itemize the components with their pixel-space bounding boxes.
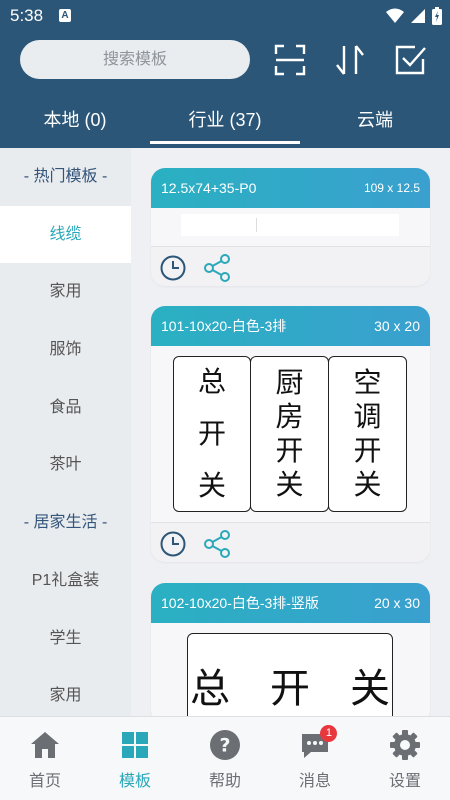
card-size: 109 x 12.5 <box>363 181 420 195</box>
label-char: 空 <box>353 366 382 399</box>
nav-templates[interactable]: 模板 <box>90 717 180 800</box>
template-list: 12.5x74+35-P0 109 x 12.5 101-10x20-白色-3排… <box>131 148 450 716</box>
sidebar-item-p1-giftbox[interactable]: P1礼盒装 <box>0 552 131 610</box>
nav-messages[interactable]: 1 消息 <box>270 717 360 800</box>
batch-select-icon[interactable] <box>393 43 427 77</box>
card-header: 101-10x20-白色-3排 30 x 20 <box>151 306 430 346</box>
preview-divider <box>256 218 257 232</box>
scan-icon[interactable] <box>273 43 307 77</box>
signal-icon <box>411 9 425 23</box>
history-icon[interactable] <box>159 530 187 558</box>
label-char: 关 <box>197 469 226 502</box>
sidebar-header-hot: - 热门模板 - <box>23 168 108 185</box>
label-preview-ac-switch: 空 调 开 关 <box>328 356 407 512</box>
sidebar-item-food[interactable]: 食品 <box>0 379 131 437</box>
label-preview-kitchen-switch: 厨 房 开 关 <box>250 356 329 512</box>
wifi-icon <box>386 8 404 23</box>
label-preview-main-switch: 总 开 关 <box>173 356 251 512</box>
bottom-nav: 首页 模板 ? 帮助 1 消息 设置 <box>0 716 450 800</box>
nav-home[interactable]: 首页 <box>0 717 90 800</box>
sidebar-item-cable[interactable]: 线缆 <box>0 205 131 264</box>
card-footer <box>151 522 430 562</box>
share-icon[interactable] <box>203 254 231 282</box>
svg-text:?: ? <box>219 735 230 757</box>
tab-cloud[interactable]: 云端 <box>300 98 450 144</box>
cable-label-preview <box>181 214 399 236</box>
card-preview <box>151 208 430 246</box>
card-preview: 总 开 关 厨 房 开 关 空 调 开 关 <box>151 346 430 522</box>
notification-icon: A <box>59 9 71 22</box>
app-header: 5:38 A 搜索模板 本地 (0) 行业 (37) 云端 <box>0 0 450 148</box>
card-title: 102-10x20-白色-3排-竖版 <box>161 595 319 611</box>
battery-icon <box>432 7 442 25</box>
nav-label: 模板 <box>118 773 151 790</box>
label-char: 总 <box>197 365 226 398</box>
nav-label: 设置 <box>388 773 421 790</box>
sidebar-item-household[interactable]: 家用 <box>0 263 131 321</box>
label-char: 开 <box>197 417 226 450</box>
label-char: 房 <box>275 400 304 433</box>
sidebar-item-apparel[interactable]: 服饰 <box>0 321 131 379</box>
status-icons <box>386 6 442 26</box>
status-time: 5:38 <box>10 6 44 25</box>
sidebar-item-student[interactable]: 学生 <box>0 610 131 668</box>
nav-settings[interactable]: 设置 <box>360 717 450 800</box>
search-input[interactable]: 搜索模板 <box>20 40 250 79</box>
label-char: 开 <box>275 434 304 467</box>
card-preview: 总 开 关 <box>151 623 430 716</box>
sidebar-header-home-life: - 居家生活 - <box>23 514 108 532</box>
card-title: 101-10x20-白色-3排 <box>161 318 287 334</box>
share-icon[interactable] <box>203 530 231 558</box>
nav-label: 消息 <box>298 773 331 790</box>
history-icon[interactable] <box>159 254 187 282</box>
tab-bar: 本地 (0) 行业 (37) 云端 <box>0 98 450 144</box>
label-char: 关 <box>353 468 382 501</box>
nav-label: 首页 <box>28 773 61 790</box>
help-icon: ? <box>210 730 240 760</box>
label-char: 开 <box>353 434 382 467</box>
card-header: 12.5x74+35-P0 109 x 12.5 <box>151 168 430 208</box>
unread-badge: 1 <box>320 725 338 742</box>
label-preview-vertical: 总 开 关 <box>187 633 393 716</box>
home-icon <box>31 732 59 758</box>
template-card[interactable]: 102-10x20-白色-3排-竖版 20 x 30 总 开 关 <box>151 583 430 716</box>
label-char: 调 <box>353 400 382 433</box>
card-size: 20 x 30 <box>374 595 420 611</box>
label-char: 关 <box>275 468 304 501</box>
nav-label: 帮助 <box>208 773 241 790</box>
label-char: 厨 <box>275 366 304 399</box>
card-header: 102-10x20-白色-3排-竖版 20 x 30 <box>151 583 430 623</box>
template-card[interactable]: 101-10x20-白色-3排 30 x 20 总 开 关 厨 房 开 关 空 … <box>151 306 430 562</box>
settings-icon <box>390 730 420 760</box>
card-footer <box>151 246 430 286</box>
template-card[interactable]: 12.5x74+35-P0 109 x 12.5 <box>151 168 430 286</box>
card-size: 30 x 20 <box>374 318 420 334</box>
nav-help[interactable]: ? 帮助 <box>180 717 270 800</box>
tab-industry[interactable]: 行业 (37) <box>150 98 300 144</box>
category-sidebar: - 热门模板 - 线缆 家用 服饰 食品 茶叶 - 居家生活 - P1礼盒装 学… <box>0 148 131 716</box>
template-grid-icon <box>122 732 148 758</box>
status-bar: 5:38 A <box>0 0 450 32</box>
label-text: 总 开 关 <box>190 666 390 712</box>
card-title: 12.5x74+35-P0 <box>161 180 257 196</box>
sidebar-item-tea[interactable]: 茶叶 <box>0 436 131 494</box>
sort-icon[interactable] <box>333 43 367 77</box>
tab-local[interactable]: 本地 (0) <box>0 98 150 144</box>
